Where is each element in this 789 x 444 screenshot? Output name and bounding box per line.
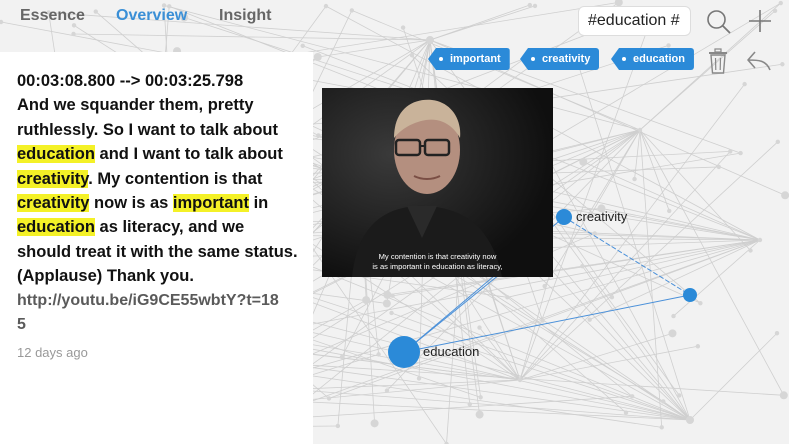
tab-overview[interactable]: Overview [116,7,187,25]
caption-line: is as important in education as literacy… [372,262,503,271]
reply-arrow-icon[interactable] [746,50,772,72]
add-icon[interactable] [748,9,772,33]
tag-label: important [450,53,501,65]
node-label-education: education [423,344,480,359]
text-segment: in [249,194,269,213]
highlight-education: education [17,218,95,237]
tag-dot-icon [622,57,626,61]
graph-node-small[interactable] [683,288,697,302]
timestamp-ago: 12 days ago [17,345,88,361]
tag-dot-icon [439,57,443,61]
highlight-creativity: creativity [17,169,89,188]
text-segment: And we squander them, pretty ruthlessly.… [17,96,278,139]
highlight-important: important [172,194,250,213]
tag-important[interactable]: important [428,48,510,70]
video-link[interactable]: http://youtu.be/iG9CE55wbtY?t=185 [17,289,287,338]
text-segment: and I want to talk about [94,145,283,164]
highlight-education: education [17,145,95,164]
highlight-creativity: creativity [17,194,90,213]
tag-education[interactable]: education [611,48,694,70]
tag-label: creativity [542,53,591,65]
tag-creativity[interactable]: creativity [520,48,600,70]
tag-label: education [633,53,685,65]
statement-text: 00:03:08.800 --> 00:03:25.798 And we squa… [17,69,302,289]
graph-node-creativity[interactable] [556,209,572,225]
search-input[interactable] [578,6,691,36]
search-icon[interactable] [706,9,732,35]
node-label-creativity: creativity [576,209,628,224]
tab-insight[interactable]: Insight [219,7,271,25]
text-segment: now is as [89,194,173,213]
trash-icon[interactable] [708,48,728,74]
timestamp: 00:03:08.800 --> 00:03:25.798 [17,72,244,90]
text-segment: . My contention is that [88,169,263,188]
video-thumbnail[interactable]: My contention is that creativity now is … [322,88,553,277]
tag-dot-icon [531,57,535,61]
video-caption: My contention is that creativity now is … [322,252,553,272]
statement-card: 00:03:08.800 --> 00:03:25.798 And we squa… [0,52,313,444]
speaker-image [322,88,553,277]
tab-essence[interactable]: Essence [20,7,85,25]
caption-line: My contention is that creativity now [378,252,497,261]
graph-node-education[interactable] [388,336,420,368]
